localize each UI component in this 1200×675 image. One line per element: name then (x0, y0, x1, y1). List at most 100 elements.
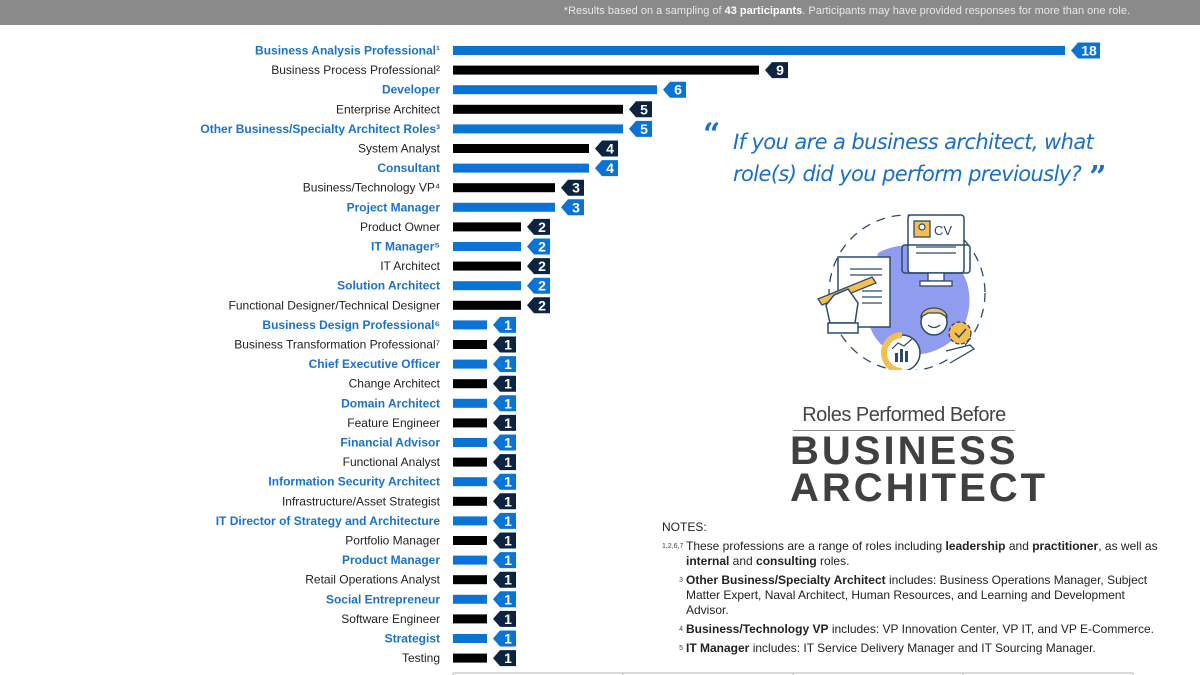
bar (453, 653, 487, 663)
career-illustration: CV (817, 214, 986, 370)
note-text: These professions are a range of roles i… (686, 539, 946, 553)
category-label: Portfolio Manager (345, 534, 440, 548)
note-text: , as well as (1098, 539, 1158, 553)
bar (453, 320, 487, 330)
data-label: 2 (538, 278, 546, 294)
note-emphasis: Other Business/Specialty Architect (686, 573, 886, 587)
data-label: 3 (572, 199, 580, 215)
bar-row: Consultant 4 (377, 160, 618, 177)
bar-row: Change Architect 1 (349, 375, 516, 392)
bar (453, 575, 487, 585)
bar (453, 438, 487, 447)
category-label: IT Manager⁵ (371, 240, 440, 254)
category-label: Other Business/Specialty Architect Roles… (200, 122, 440, 136)
bar-row: Testing 1 (402, 650, 516, 667)
category-label: Business/Technology VP⁴ (303, 181, 440, 195)
chart-gauge-icon (881, 332, 921, 370)
bar-row: Project Manager 3 (347, 199, 584, 216)
notes-list: 1,2,6,7 These professions are a range of … (662, 539, 1162, 656)
bar (453, 340, 487, 349)
bar-row: Product Manager 1 (342, 552, 516, 569)
close-quote-icon: ” (1089, 160, 1106, 195)
data-label: 2 (538, 258, 546, 274)
category-label: Product Manager (342, 553, 440, 567)
data-label: 3 (572, 180, 580, 196)
note-text: and (729, 554, 757, 568)
bar (453, 65, 759, 75)
bar (453, 477, 487, 487)
bar-row: Product Owner 2 (360, 218, 550, 235)
note-ref: 5 (679, 645, 683, 652)
bar (453, 379, 487, 389)
data-label: 5 (640, 101, 648, 117)
category-label: Testing (402, 651, 440, 665)
note-item: 3 Other Business/Specialty Architect incl… (662, 573, 1162, 618)
data-label: 1 (504, 533, 512, 549)
data-label: 2 (538, 239, 546, 255)
bar-row: Developer 6 (382, 81, 686, 98)
category-label: Business Transformation Professional⁷ (234, 338, 440, 352)
main-title-line1: BUSINESS (790, 429, 1019, 473)
note-emphasis: leadership (945, 539, 1006, 553)
bar (453, 496, 487, 506)
note-text: includes: VP Innovation Center, VP IT, a… (828, 622, 1154, 636)
category-label: Business Design Professional⁶ (262, 318, 440, 332)
bar (453, 46, 1065, 55)
bar-row: Financial Advisor 1 (340, 434, 516, 451)
bar-row: Domain Architect 1 (341, 395, 516, 412)
bar-row: System Analyst 4 (358, 140, 618, 157)
question-text-content: If you are a business architect, what ro… (733, 130, 1094, 186)
category-label: IT Director of Strategy and Architecture (216, 514, 441, 528)
bar-row: Business Analysis Professional¹ 18 (255, 42, 1100, 59)
data-label: 4 (606, 141, 614, 157)
data-label: 1 (504, 591, 512, 607)
bar (453, 163, 589, 173)
bar (453, 398, 487, 408)
bar-row: Software Engineer 1 (341, 610, 516, 627)
note-ref: 1,2,6,7 (662, 543, 684, 550)
note-ref: 3 (679, 577, 683, 584)
note-item: 4 Business/Technology VP includes: VP Inn… (662, 622, 1162, 637)
category-label: Functional Analyst (343, 455, 441, 469)
bar (453, 144, 589, 153)
bar-row: Retail Operations Analyst 1 (305, 571, 516, 588)
category-label: Developer (382, 83, 440, 97)
bar (453, 183, 555, 193)
data-label: 1 (504, 435, 512, 451)
bar-row: Infrastructure/Asset Strategist 1 (282, 493, 516, 510)
data-label: 5 (640, 121, 648, 137)
category-label: Infrastructure/Asset Strategist (282, 494, 441, 508)
data-label: 1 (504, 611, 512, 627)
note-emphasis: consulting (756, 554, 817, 568)
bar-row: Business/Technology VP⁴ 3 (303, 179, 584, 196)
survey-question: “ If you are a business architect, what … (703, 120, 1123, 193)
data-label: 1 (504, 337, 512, 353)
data-label: 1 (504, 513, 512, 529)
category-label: IT Architect (380, 259, 440, 273)
data-label: 1 (504, 454, 512, 470)
note-text: roles. (816, 554, 850, 568)
data-label: 18 (1081, 43, 1097, 59)
bar (453, 594, 487, 604)
category-label: Enterprise Architect (336, 102, 441, 116)
note-emphasis: Business/Technology VP (686, 622, 829, 636)
category-label: Financial Advisor (340, 436, 440, 450)
data-label: 1 (504, 395, 512, 411)
note-emphasis: IT Manager (686, 641, 750, 655)
bar (453, 634, 487, 643)
bar-row: IT Manager⁵ 2 (371, 238, 550, 255)
category-label: Domain Architect (341, 396, 440, 410)
title-subtitle: Roles Performed Before (802, 404, 1006, 426)
category-label: Project Manager (347, 200, 441, 214)
data-label: 1 (504, 650, 512, 666)
category-label: Social Entrepreneur (326, 592, 440, 606)
bar (453, 124, 623, 134)
bar-row: Strategist 1 (385, 630, 516, 647)
category-label: Business Process Professional² (271, 63, 440, 77)
data-label: 1 (504, 317, 512, 333)
notes-section: NOTES: 1,2,6,7 These professions are a ra… (662, 520, 1162, 660)
bar-row: Information Security Architect 1 (268, 473, 516, 490)
data-label: 9 (776, 62, 784, 78)
data-label: 1 (504, 376, 512, 392)
bar (453, 359, 487, 369)
